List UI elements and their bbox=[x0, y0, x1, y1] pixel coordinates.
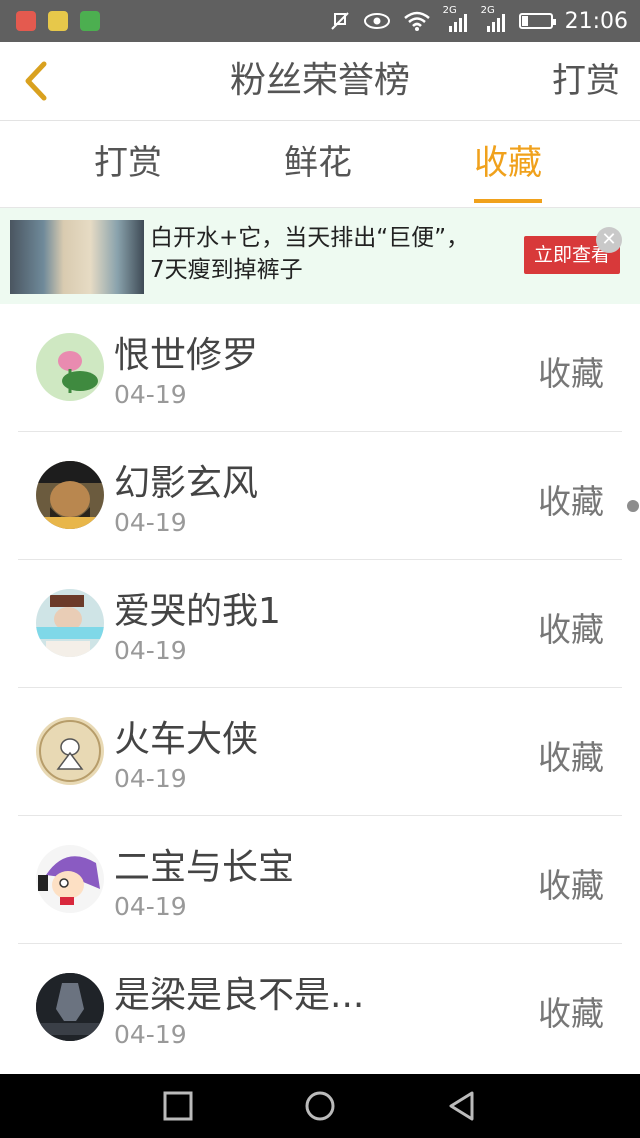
fan-name: 是梁是良不是... bbox=[114, 975, 365, 1016]
fan-name: 幻影玄风 bbox=[114, 463, 259, 504]
fan-date: 04-19 bbox=[114, 892, 187, 921]
wifi-icon bbox=[403, 11, 430, 31]
fan-name: 火车大侠 bbox=[114, 719, 259, 760]
page-title: 粉丝荣誉榜 bbox=[229, 60, 410, 101]
fan-date: 04-19 bbox=[114, 1020, 187, 1049]
ad-image bbox=[10, 220, 144, 294]
list-item[interactable]: 是梁是良不是... 04-19 收藏 bbox=[0, 944, 640, 1072]
list-item[interactable]: 火车大侠 04-19 收藏 bbox=[0, 688, 640, 816]
top-header: 粉丝荣誉榜 打赏 bbox=[0, 42, 640, 121]
app-icon-chat bbox=[48, 11, 68, 31]
fan-date: 04-19 bbox=[114, 380, 187, 409]
reward-button[interactable]: 打赏 bbox=[552, 42, 620, 120]
signal-icon-2: 2G bbox=[481, 6, 507, 32]
circle-icon[interactable] bbox=[304, 1090, 336, 1122]
fan-action: 收藏 bbox=[538, 994, 604, 1033]
ad-line-1: 白开水+它，当天排出“巨便”， bbox=[150, 225, 470, 251]
fan-date: 04-19 bbox=[114, 508, 187, 537]
fan-date: 04-19 bbox=[114, 764, 187, 793]
avatar bbox=[36, 333, 104, 401]
list-item[interactable]: 恨世修罗 04-19 收藏 bbox=[0, 304, 640, 432]
ad-line-2: 7天瘦到掉裤子 bbox=[150, 257, 303, 283]
list-item[interactable]: 二宝与长宝 04-19 收藏 bbox=[0, 816, 640, 944]
tab-label: 鲜花 bbox=[284, 143, 352, 183]
mute-icon bbox=[330, 12, 349, 30]
network-label: 2G bbox=[480, 5, 495, 16]
active-tab-indicator bbox=[474, 199, 542, 203]
close-icon[interactable]: ✕ bbox=[596, 227, 622, 253]
fan-action: 收藏 bbox=[538, 610, 604, 649]
square-icon[interactable] bbox=[162, 1090, 194, 1122]
fan-action: 收藏 bbox=[538, 866, 604, 905]
tab-label: 收藏 bbox=[474, 143, 542, 183]
ad-text: 白开水+它，当天排出“巨便”， 7天瘦到掉裤子 bbox=[150, 222, 469, 286]
status-time: 21:06 bbox=[564, 8, 628, 34]
avatar bbox=[36, 845, 104, 913]
app-icon-colorful bbox=[16, 11, 36, 31]
person-hat-icon bbox=[36, 595, 104, 657]
avatar bbox=[36, 589, 104, 657]
tab-label: 打赏 bbox=[94, 143, 162, 183]
tab-bar: 打赏 鲜花 收藏 bbox=[0, 121, 640, 208]
fan-action: 收藏 bbox=[538, 482, 604, 521]
network-label: 2G bbox=[442, 5, 457, 16]
fan-action: 收藏 bbox=[538, 354, 604, 393]
avatar bbox=[36, 717, 104, 785]
lotus-icon bbox=[58, 351, 98, 393]
signal-icon-1: 2G bbox=[443, 6, 469, 32]
dark-knight-icon bbox=[36, 973, 104, 1041]
tab-reward[interactable]: 打赏 bbox=[94, 121, 162, 207]
list-item[interactable]: 爱哭的我1 04-19 收藏 bbox=[0, 560, 640, 688]
list-item[interactable]: 幻影玄风 04-19 收藏 bbox=[0, 432, 640, 560]
ad-banner[interactable]: 白开水+它，当天排出“巨便”， 7天瘦到掉裤子 立即查看 ✕ bbox=[0, 208, 640, 512]
fan-action: 收藏 bbox=[538, 738, 604, 777]
fan-name: 二宝与长宝 bbox=[114, 847, 295, 888]
cat-sketch-icon bbox=[39, 720, 101, 782]
avatar bbox=[36, 973, 104, 1041]
anime-character-icon bbox=[38, 856, 100, 905]
eye-icon bbox=[363, 13, 390, 29]
status-bar: 2G 2G 21:06 bbox=[0, 0, 640, 42]
cartoon-face-icon bbox=[36, 461, 104, 529]
triangle-back-icon[interactable] bbox=[446, 1090, 478, 1122]
fan-list: 恨世修罗 04-19 收藏 幻影玄风 04-19 收藏 爱哭的我1 04-19 … bbox=[0, 304, 640, 1072]
fan-date: 04-19 bbox=[114, 636, 187, 665]
status-icons: 2G 2G 21:06 bbox=[329, 0, 628, 42]
fan-name: 恨世修罗 bbox=[114, 335, 259, 376]
avatar bbox=[36, 461, 104, 529]
tab-flowers[interactable]: 鲜花 bbox=[284, 121, 352, 207]
fan-name: 爱哭的我1 bbox=[114, 591, 281, 632]
app-icon-green bbox=[80, 11, 100, 31]
navigation-bar bbox=[0, 1074, 640, 1138]
tab-favorites[interactable]: 收藏 bbox=[474, 121, 542, 207]
battery-icon bbox=[518, 13, 556, 29]
